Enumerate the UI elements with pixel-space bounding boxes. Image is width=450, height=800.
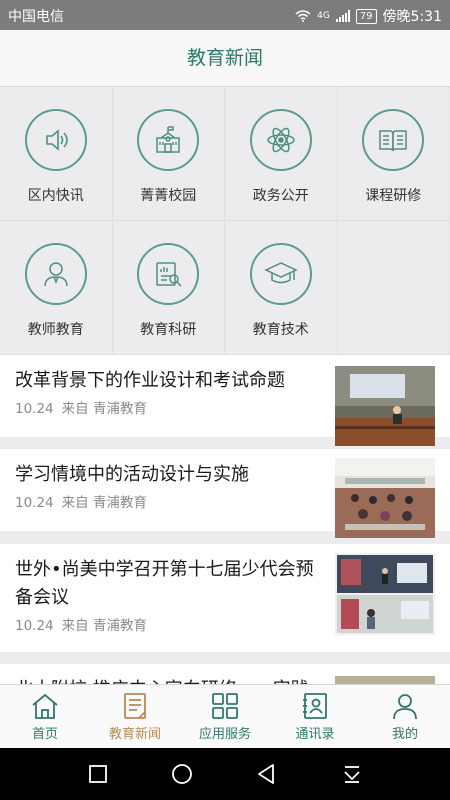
category-grid: 区内快讯 菁菁校园 政务公开 课程研修 教师教育 教育科研 教育技术: [0, 87, 450, 355]
news-date: 10.24: [15, 495, 54, 511]
wifi-icon: [295, 10, 311, 22]
tab-apps[interactable]: 应用服务: [180, 685, 270, 749]
tab-label: 应用服务: [198, 727, 251, 742]
news-meta: 10.24 来自 青浦教育: [15, 397, 147, 417]
grid-item-label: 政务公开: [252, 188, 309, 204]
grid-item-teacher-education[interactable]: 教师教育: [0, 221, 113, 355]
news-date: 10.24: [15, 401, 54, 417]
news-icon: [90, 691, 180, 721]
tab-home[interactable]: 首页: [0, 685, 90, 749]
news-list: 改革背景下的作业设计和考试命题 10.24 来自 青浦教育 学习情境中的活动设计与…: [0, 355, 450, 734]
grid-item-label: 教师教育: [27, 322, 84, 338]
apps-icon: [180, 691, 270, 721]
news-title: 学习情境中的活动设计与实施: [15, 464, 249, 485]
grid-item-label: 菁菁校园: [140, 188, 197, 204]
news-thumbnail: [335, 458, 435, 538]
news-meta: 10.24 来自 青浦教育: [15, 614, 147, 634]
grid-item-campus[interactable]: 菁菁校园: [112, 87, 225, 221]
research-icon: [137, 243, 200, 305]
tab-news[interactable]: 教育新闻: [90, 685, 180, 749]
news-date: 10.24: [15, 618, 54, 634]
news-title: 改革背景下的作业设计和考试命题: [15, 370, 285, 391]
news-source: 来自 青浦教育: [61, 401, 147, 417]
tab-contacts[interactable]: 通讯录: [270, 685, 360, 749]
news-source: 来自 青浦教育: [61, 495, 147, 511]
grid-item-government[interactable]: 政务公开: [225, 87, 338, 221]
news-title: 世外•尚美中学召开第十七届少代会预备会议: [15, 559, 314, 608]
news-source: 来自 青浦教育: [61, 618, 147, 634]
notification-pull-icon[interactable]: [340, 762, 364, 786]
bottom-tab-bar: 首页 教育新闻 应用服务 通讯录 我的: [0, 684, 450, 749]
contacts-icon: [270, 691, 360, 721]
tab-label: 通讯录: [295, 727, 335, 742]
tab-label: 我的: [391, 727, 418, 742]
grid-item-label: 教育技术: [252, 322, 309, 338]
speaker-icon: [24, 109, 87, 171]
status-bar: 中国电信 4G 79 傍晚5:31: [0, 0, 450, 30]
news-item[interactable]: 改革背景下的作业设计和考试命题 10.24 来自 青浦教育: [0, 355, 450, 446]
home-icon: [0, 691, 90, 721]
battery-icon: 79: [355, 8, 377, 24]
carrier-name: 中国电信: [8, 9, 64, 25]
system-nav-bar: [0, 748, 450, 800]
news-item[interactable]: 世外•尚美中学召开第十七届少代会预备会议 10.24 来自 青浦教育: [0, 544, 450, 652]
recents-icon[interactable]: [86, 762, 110, 786]
news-thumbnail: [335, 366, 435, 446]
grid-item-label: 课程研修: [365, 188, 422, 204]
atom-icon: [249, 109, 312, 171]
news-meta: 10.24 来自 青浦教育: [15, 491, 147, 511]
clock: 傍晚5:31: [382, 9, 442, 25]
back-icon[interactable]: [254, 762, 278, 786]
teacher-icon: [24, 243, 87, 305]
tab-label: 首页: [31, 727, 58, 742]
grid-empty-cell: [337, 221, 450, 355]
page-title: 教育新闻: [0, 30, 450, 87]
network-type: 4G: [317, 11, 330, 21]
signal-icon: [335, 10, 350, 22]
graduation-cap-icon: [249, 243, 312, 305]
grid-item-technology[interactable]: 教育技术: [225, 221, 338, 355]
book-icon: [362, 109, 425, 171]
grid-item-label: 区内快讯: [27, 188, 84, 204]
tab-profile[interactable]: 我的: [360, 685, 450, 749]
home-button-icon[interactable]: [170, 762, 194, 786]
status-right: 4G 79 傍晚5:31: [295, 6, 442, 26]
news-item[interactable]: 学习情境中的活动设计与实施 10.24 来自 青浦教育: [0, 449, 450, 538]
grid-item-course[interactable]: 课程研修: [337, 87, 450, 221]
tab-label: 教育新闻: [108, 727, 161, 742]
grid-item-district-news[interactable]: 区内快讯: [0, 87, 113, 221]
school-icon: [137, 109, 200, 171]
grid-item-label: 教育科研: [140, 322, 197, 338]
news-thumbnail: [335, 553, 435, 635]
grid-item-research[interactable]: 教育科研: [112, 221, 225, 355]
profile-icon: [360, 691, 450, 721]
